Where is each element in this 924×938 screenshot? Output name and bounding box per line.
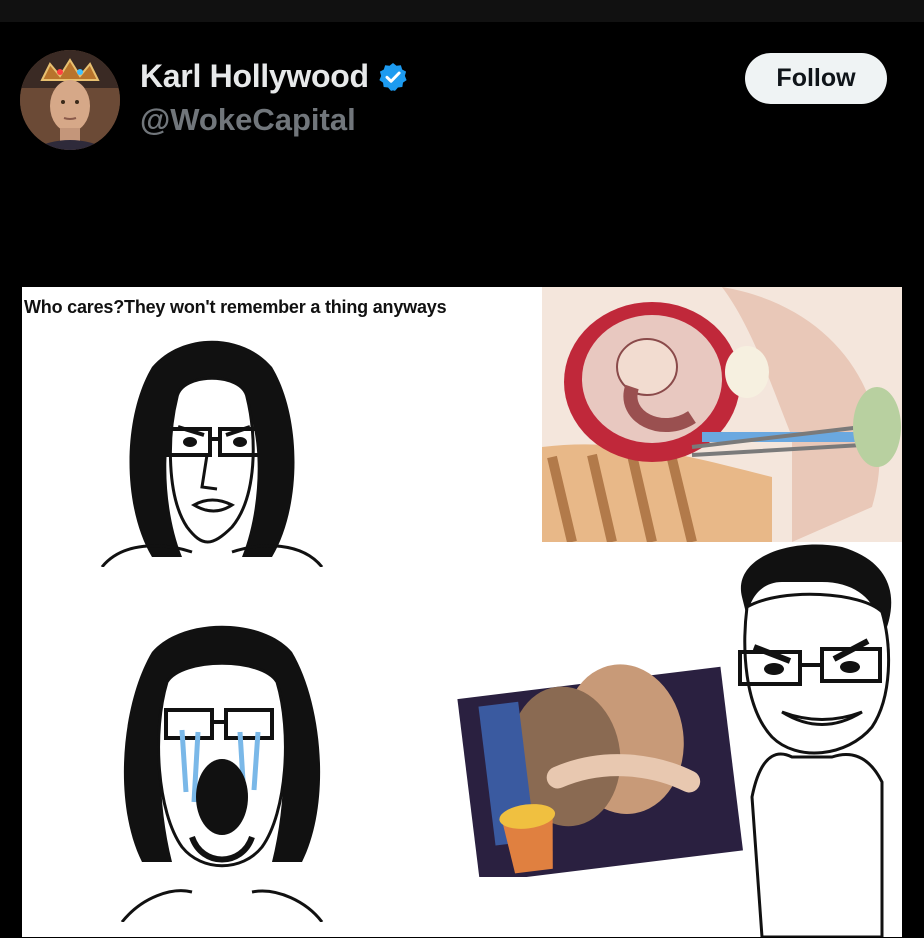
medical-illustration <box>542 287 902 542</box>
author-display-name[interactable]: Karl Hollywood <box>140 58 369 95</box>
author-handle[interactable]: @WokeCapital <box>140 102 356 138</box>
author-name-row[interactable]: Karl Hollywood <box>140 58 409 95</box>
status-bar <box>0 0 924 22</box>
avatar[interactable] <box>20 50 120 150</box>
meme-caption: Who cares?They won't remember a thing an… <box>24 297 447 317</box>
meme-image[interactable]: Who cares?They won't remember a thing an… <box>22 287 902 937</box>
verified-badge-icon <box>379 62 407 91</box>
crying-woman-drawing <box>120 625 324 922</box>
follow-button[interactable]: Follow <box>745 53 887 104</box>
angry-woman-drawing <box>100 340 324 567</box>
smirking-man-drawing <box>738 544 892 937</box>
